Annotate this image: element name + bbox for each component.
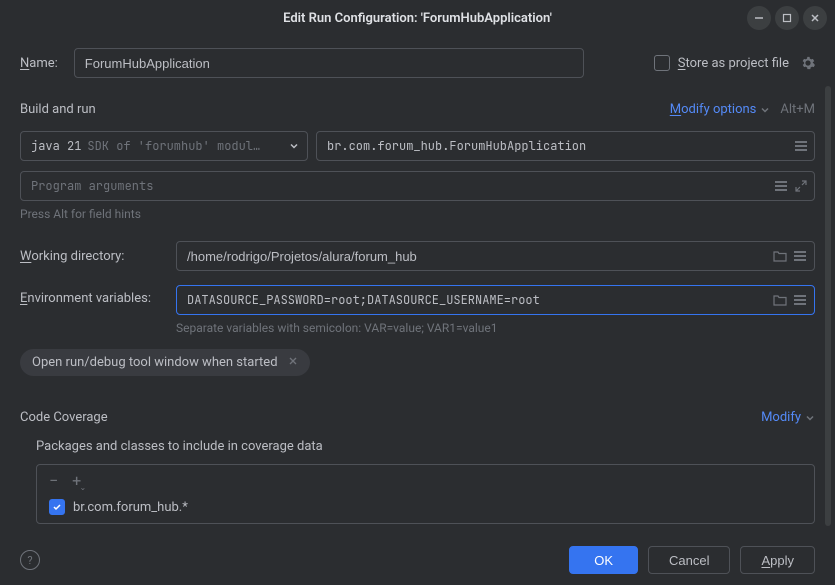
chevron-down-icon xyxy=(760,105,770,115)
window-title: Edit Run Configuration: 'ForumHubApplica… xyxy=(283,11,552,26)
close-button[interactable] xyxy=(803,6,827,30)
dialog-content: Name: Store as project file Build and ru… xyxy=(0,36,835,535)
window-controls xyxy=(747,6,827,30)
coverage-item-label: br.com.forum_hub.* xyxy=(73,500,188,515)
chip-close-icon[interactable] xyxy=(288,355,298,370)
gear-icon[interactable] xyxy=(801,56,815,70)
list-icon[interactable] xyxy=(793,249,807,263)
working-dir-input[interactable] xyxy=(176,241,815,271)
cancel-button[interactable]: Cancel xyxy=(648,546,730,574)
coverage-list: − +⌄ br.com.forum_hub.* xyxy=(36,464,815,524)
maximize-button[interactable] xyxy=(775,6,799,30)
list-icon[interactable] xyxy=(774,179,788,193)
coverage-item-checkbox[interactable] xyxy=(49,499,65,515)
minimize-button[interactable] xyxy=(747,6,771,30)
working-dir-label: Working directory: xyxy=(20,249,160,264)
jdk-select[interactable]: java 21 SDK of 'forumhub' modul… xyxy=(20,131,308,161)
program-arguments-input[interactable]: Program arguments xyxy=(20,171,815,201)
help-icon[interactable]: ? xyxy=(20,550,40,570)
store-as-project-label: Store as project file xyxy=(678,56,789,71)
name-input[interactable] xyxy=(74,48,584,78)
remove-icon[interactable]: − xyxy=(49,473,58,489)
coverage-subtitle: Packages and classes to include in cover… xyxy=(36,439,815,454)
list-icon[interactable] xyxy=(794,139,808,153)
env-vars-label: Environment variables: xyxy=(20,285,160,306)
coverage-item[interactable]: br.com.forum_hub.* xyxy=(49,499,802,515)
build-run-title: Build and run xyxy=(20,102,96,117)
store-as-project-checkbox[interactable] xyxy=(654,55,670,71)
scrollbar[interactable] xyxy=(825,86,831,526)
modify-shortcut: Alt+M xyxy=(780,102,815,117)
chip-label: Open run/debug tool window when started xyxy=(32,355,278,370)
main-class-input[interactable]: br.com.forum_hub.ForumHubApplication xyxy=(316,131,815,161)
titlebar: Edit Run Configuration: 'ForumHubApplica… xyxy=(0,0,835,36)
option-chip: Open run/debug tool window when started xyxy=(20,349,310,376)
coverage-title: Code Coverage xyxy=(20,410,108,425)
list-icon[interactable] xyxy=(793,293,807,307)
ok-button[interactable]: OK xyxy=(569,546,638,574)
dialog-footer: ? OK Cancel Apply xyxy=(0,535,835,585)
name-label: Name: xyxy=(20,56,58,71)
chevron-down-icon xyxy=(805,413,815,423)
env-vars-input[interactable] xyxy=(176,285,815,315)
modify-options-link[interactable]: Modify options xyxy=(670,102,771,117)
env-vars-helper: Separate variables with semicolon: VAR=v… xyxy=(176,321,815,335)
apply-button[interactable]: Apply xyxy=(740,546,815,574)
add-icon[interactable]: +⌄ xyxy=(72,473,81,489)
expand-icon[interactable] xyxy=(794,179,808,193)
folder-icon[interactable] xyxy=(773,249,787,263)
folder-icon[interactable] xyxy=(773,293,787,307)
alt-hint: Press Alt for field hints xyxy=(20,207,815,221)
coverage-modify-link[interactable]: Modify xyxy=(761,410,815,425)
chevron-down-icon xyxy=(289,141,299,151)
